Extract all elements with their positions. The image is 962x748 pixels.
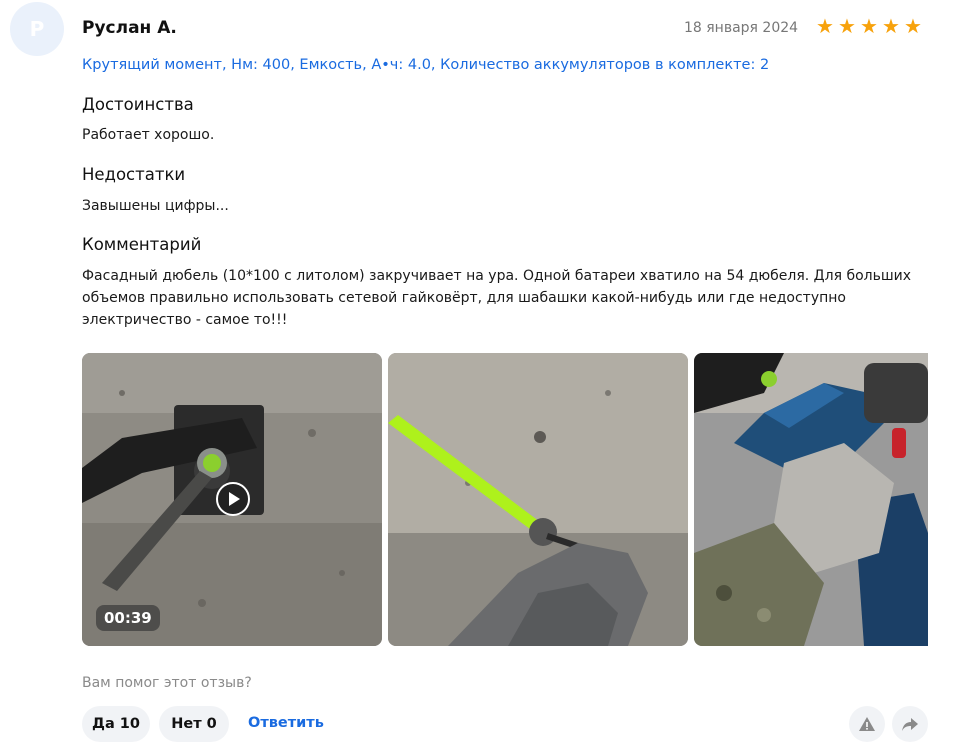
reply-link[interactable]: Ответить [248,715,324,731]
video-duration: 00:39 [96,605,160,631]
pros-title: Достоинства [82,95,194,114]
author-name: Руслан А. [82,18,177,38]
comment-title: Комментарий [82,235,202,254]
video-thumbnail[interactable]: 00:39 [82,353,382,646]
play-icon[interactable] [216,482,250,516]
helpful-question: Вам помог этот отзыв? [82,675,252,691]
pros-text: Работает хорошо. [82,127,215,143]
drill-photo[interactable] [694,353,962,646]
cons-title: Недостатки [82,165,186,184]
share-button[interactable] [892,706,928,742]
review-date: 18 января 2024 [684,20,799,36]
anchor-photo[interactable] [388,353,688,646]
cons-text: Завышены цифры... [82,198,229,214]
helpful-no-button[interactable]: Нет 0 [159,706,229,742]
star-icon: ★ [904,14,922,38]
star-icon: ★ [838,14,856,38]
report-button[interactable] [849,706,885,742]
star-icon: ★ [816,14,834,38]
comment-text: Фасадный дюбель (10*100 с литолом) закру… [82,268,912,328]
warning-triangle-icon [859,717,875,731]
star-icon: ★ [860,14,878,38]
product-specs-link[interactable]: Крутящий момент, Нм: 400, Емкость, А•ч: … [82,57,769,73]
share-arrow-icon [902,718,918,731]
helpful-yes-button[interactable]: Да 10 [82,706,150,742]
media-gallery: 00:39 [82,353,962,646]
avatar: Р [10,2,64,56]
rating-stars: ★ ★ ★ ★ ★ [816,14,922,38]
star-icon: ★ [882,14,900,38]
